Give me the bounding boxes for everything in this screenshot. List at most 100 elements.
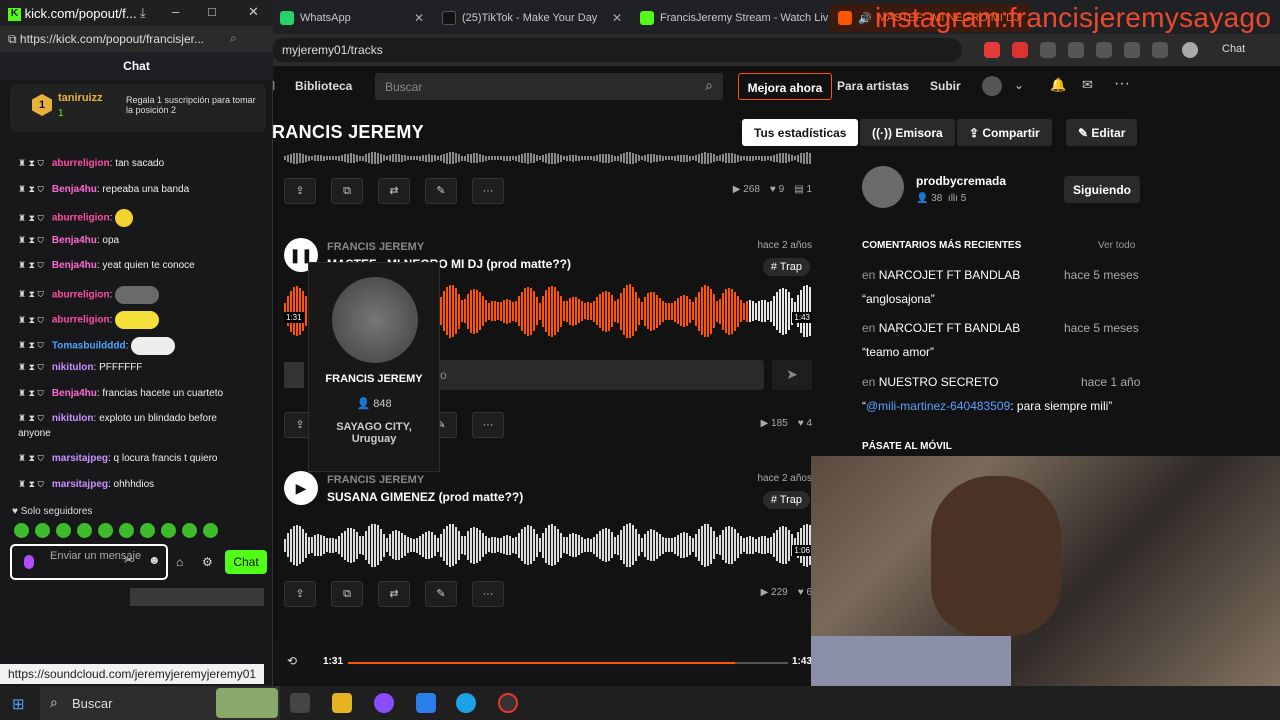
close-icon[interactable]: ✕ [414,11,424,25]
more-icon[interactable]: ··· [1114,75,1130,93]
send-chat-button[interactable]: Chat [225,550,267,574]
comment-input[interactable]: o [434,360,764,390]
like-count[interactable]: ♥ 4 [798,418,812,429]
share-icon[interactable]: ⇪ [284,178,316,204]
emote-icon[interactable] [203,523,218,539]
chat-username[interactable]: aburreligion [52,289,110,300]
artist-avatar[interactable] [332,277,418,363]
genre-tag[interactable]: # Trap [762,258,810,276]
chat-username[interactable]: Benja4hu [52,260,97,271]
waveform[interactable] [284,523,812,567]
copy-link-icon[interactable]: ⧉ [331,178,363,204]
following-avatar[interactable] [862,166,904,208]
windows-start-icon[interactable]: ⊞ [12,695,25,713]
pinned-gift-banner[interactable]: 1 taniruizz 1 Regala 1 suscripción para … [10,84,266,132]
play-button[interactable]: ▶ [284,471,318,505]
chat-username[interactable]: marsitajpeg [52,479,108,490]
task-view-icon[interactable] [290,693,310,713]
station-button[interactable]: ((·)) Emisora [860,119,955,146]
extensions-icon[interactable] [1040,42,1056,58]
chevron-down-icon[interactable]: ⌄ [1014,78,1024,92]
mic-icon[interactable] [24,555,34,569]
downloads-icon[interactable] [1124,42,1140,58]
nav-for-artists[interactable]: Para artistas [837,79,909,93]
file-explorer-icon[interactable] [332,693,352,713]
emote-icon[interactable] [56,523,71,539]
search-icon[interactable]: ⌕ [705,77,713,94]
chat-username[interactable]: nikitulon [52,413,94,424]
chat-username[interactable]: Benja4hu [52,184,97,195]
progress-track[interactable] [348,662,788,664]
extension-icon[interactable] [984,42,1000,58]
split-screen-icon[interactable] [1068,42,1084,58]
emote-icon[interactable] [14,523,29,539]
avatar[interactable] [982,76,1002,96]
following-username[interactable]: prodbycremada [916,174,1006,188]
search-input[interactable]: Buscar ⌕ [375,73,723,100]
share-icon[interactable]: ⇪ [284,581,316,607]
translate-icon[interactable]: ✂ [124,555,133,567]
edge-icon[interactable] [456,693,476,713]
chat-input[interactable]: Enviar un mensaje ✂ ☻ [10,544,168,580]
chat-username[interactable]: Tomasbuildddd [52,340,126,351]
copilot-chat-button[interactable]: Chat [1222,43,1245,55]
repost-icon[interactable]: ⇄ [378,178,410,204]
maximize-icon[interactable]: □ [208,4,216,19]
see-all-link[interactable]: Ver todo [1098,240,1135,251]
collections-icon[interactable] [1152,42,1168,58]
send-comment-icon[interactable]: ➤ [772,360,812,390]
chat-username[interactable]: aburreligion [52,315,110,326]
chat-username[interactable]: aburreligion [52,158,110,169]
following-button[interactable]: Siguiendo [1064,176,1140,203]
chat-username[interactable]: Benja4hu [52,235,97,246]
like-count[interactable]: ♥ 6 [798,587,812,598]
emote-icon[interactable] [98,523,113,539]
track-artist[interactable]: FRANCIS JEREMY [327,241,424,253]
minimize-icon[interactable]: – [172,4,179,19]
gear-icon[interactable]: ⚙ [202,555,213,569]
chat-username[interactable]: marsitajpeg [52,453,108,464]
pencil-icon[interactable]: ✎ [425,178,457,204]
artist-name[interactable]: FRANCIS JEREMY [309,373,439,385]
repeat-icon[interactable]: ⟲ [287,654,297,668]
app-icon[interactable] [416,693,436,713]
chat-username[interactable]: nikitulon [52,362,94,373]
bell-icon[interactable]: 🔔 [1050,77,1066,93]
repost-icon[interactable]: ⇄ [378,581,410,607]
address-input[interactable]: myjeremy01/tracks [272,38,962,62]
more-icon[interactable]: ··· [472,178,504,204]
close-icon[interactable]: ✕ [612,11,622,25]
tab-kick-stream[interactable]: FrancisJeremy Stream - Watch Live✕ [632,4,828,32]
comment-track-link[interactable]: NARCOJET FT BANDLAB [879,321,1021,335]
discord-icon[interactable] [374,693,394,713]
favorites-icon[interactable] [1096,42,1112,58]
emote-icon[interactable] [161,523,176,539]
profile-icon[interactable] [1182,42,1198,58]
pinned-username[interactable]: taniruizz [58,92,103,104]
more-icon[interactable]: ··· [472,581,504,607]
info-icon[interactable]: ⧉ [8,32,20,46]
chat-username[interactable]: Benja4hu [52,388,97,399]
pencil-icon[interactable]: ✎ [425,581,457,607]
download-icon[interactable]: ⤓ [140,5,146,21]
track-title[interactable]: SUSANA GIMENEZ (prod matte??) [327,490,523,504]
nav-upload[interactable]: Subir [930,79,961,93]
obs-icon[interactable] [498,693,518,713]
more-icon[interactable]: ··· [472,412,504,438]
comment-track-link[interactable]: NARCOJET FT BANDLAB [879,268,1021,282]
tab-whatsapp[interactable]: WhatsApp ✕ [272,4,432,32]
extension-icon[interactable] [1012,42,1028,58]
taskbar-search[interactable]: ⌕ Buscar [40,686,280,720]
close-icon[interactable]: ✕ [248,4,259,20]
tab-tiktok[interactable]: (25)TikTok - Make Your Day ✕ [434,4,630,32]
like-count[interactable]: ♥ 9 [770,184,784,195]
emote-icon[interactable] [77,523,92,539]
emote-icon[interactable] [140,523,155,539]
stats-button[interactable]: Tus estadísticas [742,119,859,146]
share-button[interactable]: ⇪ Compartir [957,119,1052,146]
emote-icon[interactable] [119,523,134,539]
zoom-icon[interactable]: ⌕ [230,31,237,46]
waveform[interactable] [284,152,812,164]
mention-link[interactable]: @mili-martinez-640483509 [866,399,1010,413]
upgrade-button[interactable]: Mejora ahora [738,73,832,100]
